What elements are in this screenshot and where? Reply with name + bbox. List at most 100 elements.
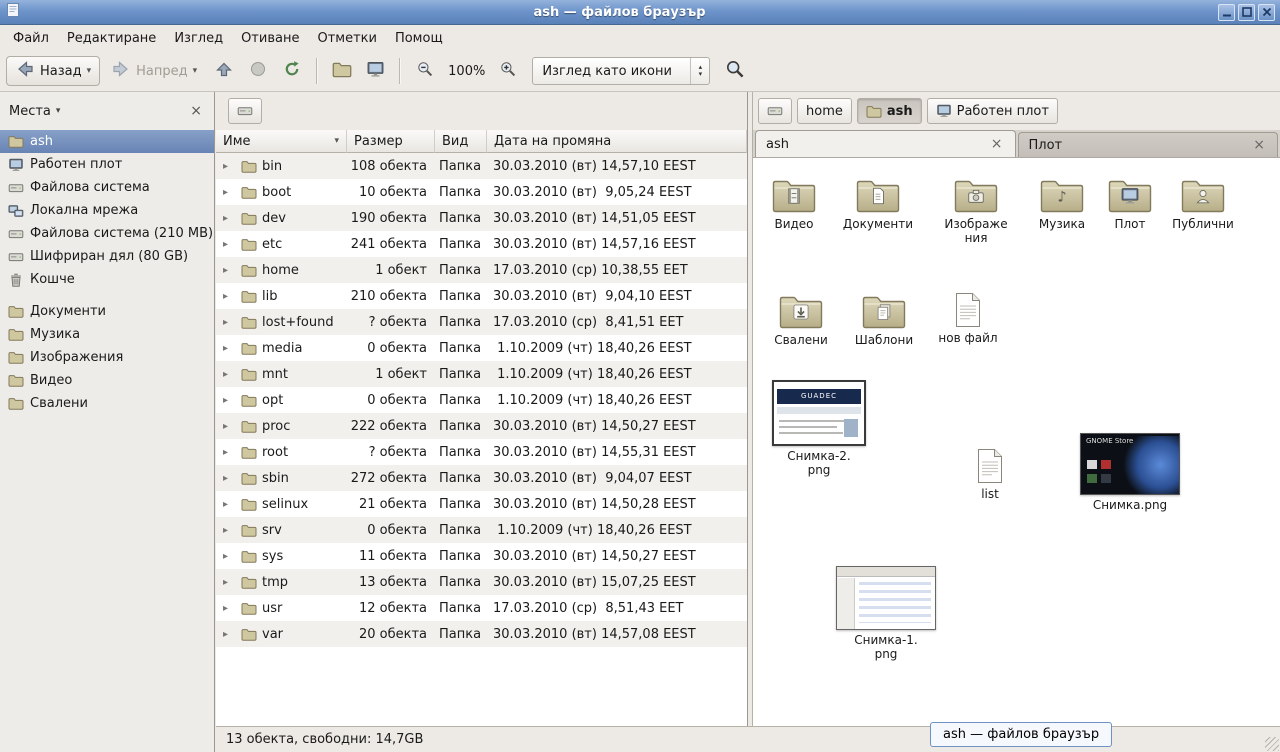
expander-icon[interactable]: ▸: [223, 369, 236, 380]
file-row[interactable]: ▸sys11 обектаПапка30.03.2010 (вт) 14,50,…: [216, 543, 747, 569]
expander-icon[interactable]: ▸: [223, 577, 236, 588]
file-row[interactable]: ▸root? обектаПапка30.03.2010 (вт) 14,55,…: [216, 439, 747, 465]
file-row[interactable]: ▸home1 обектПапка17.03.2010 (ср) 10,38,5…: [216, 257, 747, 283]
menu-item[interactable]: Редактиране: [58, 27, 165, 50]
expander-icon[interactable]: ▸: [223, 213, 236, 224]
expander-icon[interactable]: ▸: [223, 187, 236, 198]
icon-item[interactable]: Снимка-1.png: [840, 566, 932, 661]
sidebar-item[interactable]: Изображения: [0, 346, 214, 369]
file-row[interactable]: ▸bin108 обектаПапка30.03.2010 (вт) 14,57…: [216, 153, 747, 179]
taskbar-window-button[interactable]: ash — файлов браузър: [930, 722, 1112, 747]
reload-button[interactable]: [276, 56, 308, 86]
sidebar-item[interactable]: ash: [0, 130, 214, 153]
icon-item[interactable]: Изображения: [930, 176, 1022, 245]
minimize-button[interactable]: [1218, 4, 1235, 21]
expander-icon[interactable]: ▸: [223, 551, 236, 562]
icon-item[interactable]: GNOME StoreСнимка.png: [1084, 433, 1176, 512]
column-header[interactable]: Вид: [435, 130, 487, 153]
file-row[interactable]: ▸sbin272 обектаПапка30.03.2010 (вт) 9,04…: [216, 465, 747, 491]
tab[interactable]: Плот×: [1018, 132, 1279, 157]
file-row[interactable]: ▸boot10 обектаПапка30.03.2010 (вт) 9,05,…: [216, 179, 747, 205]
file-row[interactable]: ▸dev190 обектаПапка30.03.2010 (вт) 14,51…: [216, 205, 747, 231]
icon-view[interactable]: ВидеоДокументиИзображения♪МузикаПлотПубл…: [753, 158, 1280, 726]
titlebar[interactable]: ash — файлов браузър: [0, 0, 1280, 25]
expander-icon[interactable]: ▸: [223, 603, 236, 614]
sidebar-item[interactable]: Свалени: [0, 392, 214, 415]
expander-icon[interactable]: ▸: [223, 161, 236, 172]
resize-grip[interactable]: [1265, 737, 1279, 751]
back-button[interactable]: Назад ▾: [6, 56, 100, 86]
expander-icon[interactable]: ▸: [223, 395, 236, 406]
file-row[interactable]: ▸var20 обектаПапка30.03.2010 (вт) 14,57,…: [216, 621, 747, 647]
sidebar-item[interactable]: Документи: [0, 300, 214, 323]
path-button[interactable]: ash: [857, 98, 922, 124]
expander-icon[interactable]: ▸: [223, 473, 236, 484]
up-button[interactable]: [208, 56, 240, 86]
icon-item[interactable]: Свалени: [755, 292, 847, 347]
file-row[interactable]: ▸opt0 обектаПапка 1.10.2009 (чт) 18,40,2…: [216, 387, 747, 413]
menu-item[interactable]: Файл: [4, 27, 58, 50]
forward-button[interactable]: Напред ▾: [102, 56, 206, 86]
expander-icon[interactable]: ▸: [223, 499, 236, 510]
stop-button[interactable]: [242, 56, 274, 86]
view-mode-combobox[interactable]: Изглед като икони ▴ ▾: [532, 57, 710, 85]
icon-item[interactable]: list: [944, 448, 1036, 501]
tab[interactable]: ash×: [755, 130, 1016, 157]
maximize-button[interactable]: [1238, 4, 1255, 21]
sidebar-item[interactable]: Файлова система (210 MB): [0, 222, 214, 245]
expander-icon[interactable]: ▸: [223, 239, 236, 250]
expander-icon[interactable]: ▸: [223, 343, 236, 354]
file-row[interactable]: ▸lib210 обектаПапка30.03.2010 (вт) 9,04,…: [216, 283, 747, 309]
search-button[interactable]: [718, 56, 752, 86]
icon-item[interactable]: Шаблони: [838, 292, 930, 347]
places-dropdown-icon[interactable]: ▾: [56, 106, 61, 116]
sidebar-item[interactable]: Музика: [0, 323, 214, 346]
sidebar-item[interactable]: Файлова система: [0, 176, 214, 199]
expander-icon[interactable]: ▸: [223, 525, 236, 536]
expander-icon[interactable]: ▸: [223, 291, 236, 302]
icon-item[interactable]: нов файл: [922, 292, 1014, 345]
expander-icon[interactable]: ▸: [223, 317, 236, 328]
menu-item[interactable]: Отметки: [308, 27, 385, 50]
file-row[interactable]: ▸srv0 обектаПапка 1.10.2009 (чт) 18,40,2…: [216, 517, 747, 543]
file-row[interactable]: ▸lost+found? обектаПапка17.03.2010 (ср) …: [216, 309, 747, 335]
path-button[interactable]: Работен плот: [927, 98, 1058, 124]
icon-item[interactable]: Публични: [1157, 176, 1249, 231]
home-button[interactable]: [326, 56, 358, 86]
file-row[interactable]: ▸usr12 обектаПапка17.03.2010 (ср) 8,51,4…: [216, 595, 747, 621]
column-header[interactable]: Дата на промяна: [487, 130, 747, 153]
file-row[interactable]: ▸media0 обектаПапка 1.10.2009 (чт) 18,40…: [216, 335, 747, 361]
menu-item[interactable]: Изглед: [165, 27, 232, 50]
expander-icon[interactable]: ▸: [223, 629, 236, 640]
menu-item[interactable]: Помощ: [386, 27, 452, 50]
expander-icon[interactable]: ▸: [223, 421, 236, 432]
sidebar-item[interactable]: Работен плот: [0, 153, 214, 176]
sidebar-item[interactable]: Локална мрежа: [0, 199, 214, 222]
file-row[interactable]: ▸mnt1 обектПапка 1.10.2009 (чт) 18,40,26…: [216, 361, 747, 387]
column-header[interactable]: Размер: [347, 130, 435, 153]
file-row[interactable]: ▸proc222 обектаПапка30.03.2010 (вт) 14,5…: [216, 413, 747, 439]
zoom-out-button[interactable]: [409, 56, 441, 86]
expander-icon[interactable]: ▸: [223, 447, 236, 458]
path-button-root[interactable]: [758, 98, 792, 124]
zoom-in-button[interactable]: [492, 56, 524, 86]
computer-button[interactable]: [360, 56, 391, 86]
icon-item[interactable]: GUADECСнимка-2.png: [773, 380, 865, 477]
expander-icon[interactable]: ▸: [223, 265, 236, 276]
sidebar-item[interactable]: Шифриран дял (80 GB): [0, 245, 214, 268]
tab-close-icon[interactable]: ×: [989, 136, 1005, 152]
file-row[interactable]: ▸selinux21 обектаПапка30.03.2010 (вт) 14…: [216, 491, 747, 517]
menu-item[interactable]: Отиване: [232, 27, 308, 50]
file-row[interactable]: ▸etc241 обектаПапка30.03.2010 (вт) 14,57…: [216, 231, 747, 257]
icon-item[interactable]: Видео: [753, 176, 840, 231]
file-row[interactable]: ▸tmp13 обектаПапка30.03.2010 (вт) 15,07,…: [216, 569, 747, 595]
tab-close-icon[interactable]: ×: [1251, 137, 1267, 153]
combo-spinner[interactable]: ▴ ▾: [690, 58, 709, 84]
sidebar-item[interactable]: Кошче: [0, 268, 214, 291]
sidebar-item[interactable]: Видео: [0, 369, 214, 392]
icon-item[interactable]: Документи: [832, 176, 924, 231]
path-button[interactable]: home: [797, 98, 852, 124]
column-header[interactable]: Име▾: [216, 130, 347, 153]
path-button-root[interactable]: [228, 98, 262, 124]
close-button[interactable]: [1258, 4, 1275, 21]
